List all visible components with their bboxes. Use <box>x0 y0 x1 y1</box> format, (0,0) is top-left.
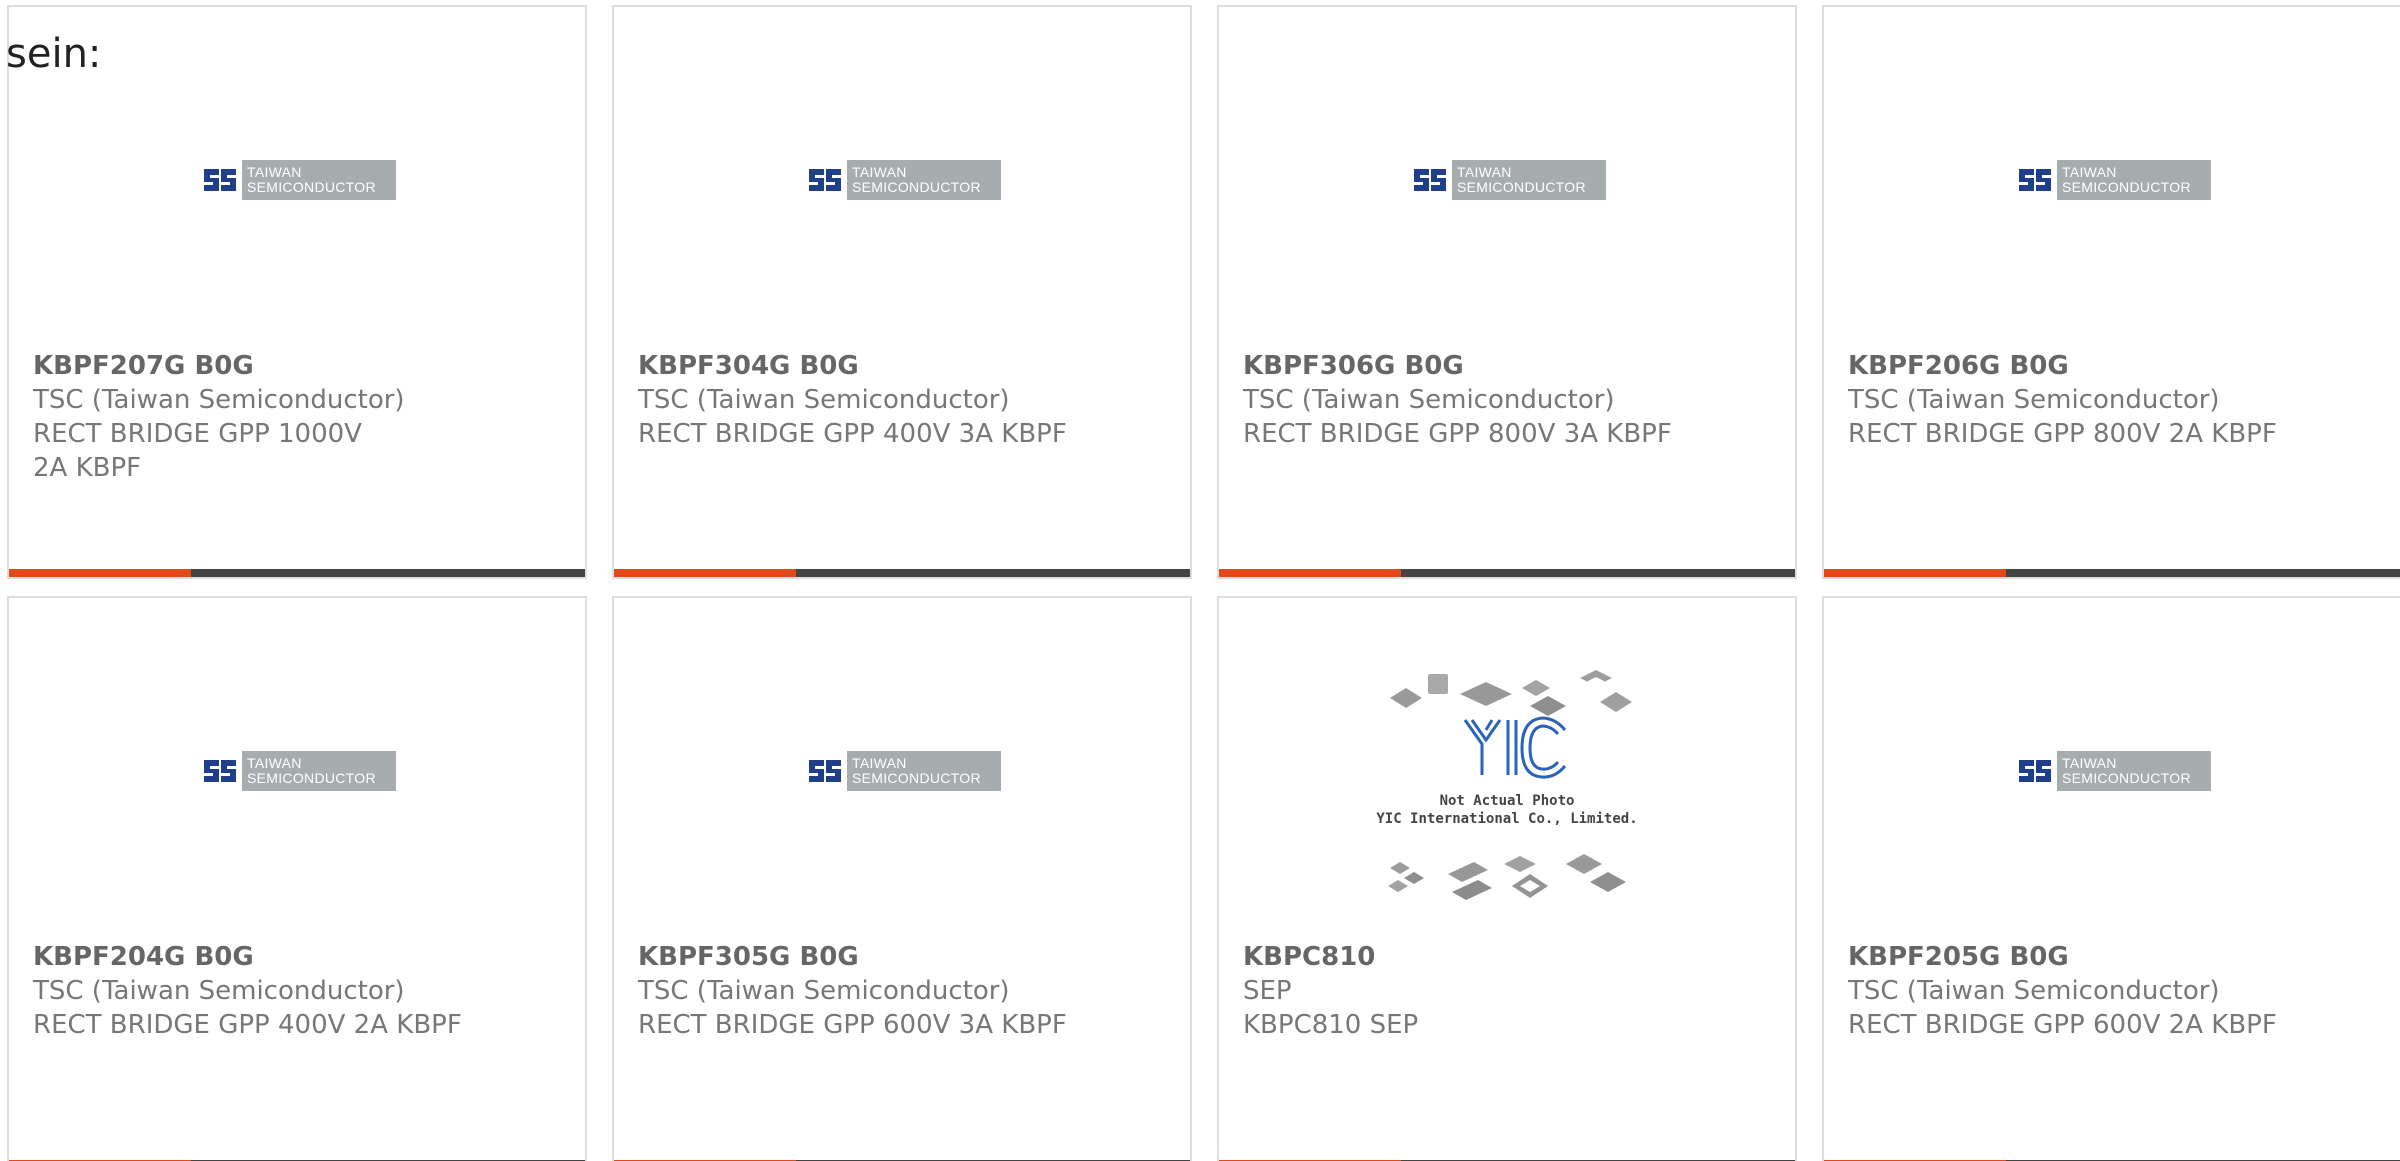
product-card[interactable]: TAIWAN SEMICONDUCTOR KBPF306G B0G TSC (T… <box>1217 5 1797 579</box>
product-image[interactable]: TAIWAN SEMICONDUCTOR <box>9 658 585 943</box>
logo-line-2: SEMICONDUCTOR <box>247 179 376 195</box>
tsc-mark-icon <box>803 160 847 200</box>
product-grid: TAIWAN SEMICONDUCTOR KBPF207G B0G TSC (T… <box>7 5 2400 1161</box>
product-info: KBPC810 SEP KBPC810 SEP <box>1243 940 1775 1042</box>
product-card[interactable]: TAIWAN SEMICONDUCTOR KBPF206G B0G TSC (T… <box>1822 5 2400 579</box>
yic-caption-line-1: Not Actual Photo <box>1439 793 1575 809</box>
logo-line-2: SEMICONDUCTOR <box>852 179 981 195</box>
product-card[interactable]: TAIWAN SEMICONDUCTOR KBPF304G B0G TSC (T… <box>612 5 1192 579</box>
manufacturer: TSC (Taiwan Semiconductor) <box>638 385 1010 415</box>
manufacturer: TSC (Taiwan Semiconductor) <box>638 976 1010 1006</box>
tsc-mark-icon <box>2013 751 2057 791</box>
tsc-mark-icon <box>198 160 242 200</box>
page: sein: TAIWAN SEMICONDUCTOR KBPF207G B0G … <box>0 0 2400 1161</box>
logo-line-1: TAIWAN <box>247 755 302 771</box>
tsc-mark-icon <box>803 751 847 791</box>
yic-caption-line-2: YIC International Co., Limited. <box>1376 811 1638 827</box>
part-number[interactable]: KBPF304G B0G <box>638 349 1170 383</box>
product-image[interactable]: TAIWAN SEMICONDUCTOR <box>614 67 1190 352</box>
part-number[interactable]: KBPF205G B0G <box>1848 940 2380 974</box>
product-image[interactable]: TAIWAN SEMICONDUCTOR <box>9 67 585 352</box>
lead-text: sein: <box>6 31 102 77</box>
product-image[interactable]: TAIWAN SEMICONDUCTOR <box>1824 67 2400 352</box>
product-info: KBPF206G B0G TSC (Taiwan Semiconductor) … <box>1848 349 2380 451</box>
description: RECT BRIDGE GPP 600V 2A KBPF <box>1848 1010 2277 1040</box>
card-bar-accent <box>9 569 191 577</box>
logo-line-1: TAIWAN <box>852 755 907 771</box>
product-image[interactable]: TAIWAN SEMICONDUCTOR <box>1824 658 2400 943</box>
card-bar-accent <box>1824 569 2006 577</box>
product-card[interactable]: TAIWAN SEMICONDUCTOR KBPF207G B0G TSC (T… <box>7 5 587 579</box>
logo-line-1: TAIWAN <box>1457 164 1512 180</box>
description: RECT BRIDGE GPP 400V 2A KBPF <box>33 1010 462 1040</box>
product-info: KBPF306G B0G TSC (Taiwan Semiconductor) … <box>1243 349 1775 451</box>
card-bar-accent <box>614 569 796 577</box>
product-image[interactable]: TAIWAN SEMICONDUCTOR <box>614 658 1190 943</box>
tsc-mark-icon <box>198 751 242 791</box>
product-info: KBPF204G B0G TSC (Taiwan Semiconductor) … <box>33 940 565 1042</box>
part-number[interactable]: KBPF207G B0G <box>33 349 565 383</box>
logo-line-1: TAIWAN <box>2062 164 2117 180</box>
description: RECT BRIDGE GPP 600V 3A KBPF <box>638 1010 1067 1040</box>
product-info: KBPF207G B0G TSC (Taiwan Semiconductor) … <box>33 349 565 485</box>
tsc-logo-icon: TAIWAN SEMICONDUCTOR <box>2013 751 2211 791</box>
card-bar <box>614 569 1190 577</box>
product-image[interactable]: TAIWAN SEMICONDUCTOR <box>1219 67 1795 352</box>
card-bar <box>1824 569 2400 577</box>
logo-line-1: TAIWAN <box>852 164 907 180</box>
logo-line-2: SEMICONDUCTOR <box>1457 179 1586 195</box>
product-info: KBPF305G B0G TSC (Taiwan Semiconductor) … <box>638 940 1170 1042</box>
tsc-logo-icon: TAIWAN SEMICONDUCTOR <box>803 751 1001 791</box>
logo-line-2: SEMICONDUCTOR <box>2062 179 2191 195</box>
tsc-logo-icon: TAIWAN SEMICONDUCTOR <box>198 751 396 791</box>
part-number[interactable]: KBPC810 <box>1243 940 1775 974</box>
not-actual-photo-icon: Not Actual Photo YIC International Co., … <box>1370 660 1645 920</box>
product-card[interactable]: TAIWAN SEMICONDUCTOR KBPF205G B0G TSC (T… <box>1822 596 2400 1161</box>
card-bar <box>9 569 585 577</box>
manufacturer: TSC (Taiwan Semiconductor) <box>33 385 405 415</box>
tsc-mark-icon <box>1408 160 1452 200</box>
product-image[interactable]: Not Actual Photo YIC International Co., … <box>1219 658 1795 943</box>
tsc-logo-icon: TAIWAN SEMICONDUCTOR <box>198 160 396 200</box>
description: RECT BRIDGE GPP 800V 2A KBPF <box>1848 419 2277 449</box>
part-number[interactable]: KBPF305G B0G <box>638 940 1170 974</box>
product-card[interactable]: TAIWAN SEMICONDUCTOR KBPF204G B0G TSC (T… <box>7 596 587 1161</box>
description: RECT BRIDGE GPP 400V 3A KBPF <box>638 419 1067 449</box>
tsc-logo-icon: TAIWAN SEMICONDUCTOR <box>803 160 1001 200</box>
product-info: KBPF304G B0G TSC (Taiwan Semiconductor) … <box>638 349 1170 451</box>
manufacturer: TSC (Taiwan Semiconductor) <box>1848 385 2220 415</box>
description: RECT BRIDGE GPP 1000V 2A KBPF <box>33 419 362 483</box>
tsc-mark-icon <box>2013 160 2057 200</box>
part-number[interactable]: KBPF306G B0G <box>1243 349 1775 383</box>
product-card[interactable]: Not Actual Photo YIC International Co., … <box>1217 596 1797 1161</box>
description: RECT BRIDGE GPP 800V 3A KBPF <box>1243 419 1672 449</box>
card-bar-accent <box>1219 569 1401 577</box>
part-number[interactable]: KBPF204G B0G <box>33 940 565 974</box>
product-info: KBPF205G B0G TSC (Taiwan Semiconductor) … <box>1848 940 2380 1042</box>
product-card[interactable]: TAIWAN SEMICONDUCTOR KBPF305G B0G TSC (T… <box>612 596 1192 1161</box>
description: KBPC810 SEP <box>1243 1010 1419 1040</box>
tsc-logo-icon: TAIWAN SEMICONDUCTOR <box>1408 160 1606 200</box>
logo-line-2: SEMICONDUCTOR <box>2062 770 2191 786</box>
card-bar <box>1219 569 1795 577</box>
manufacturer: SEP <box>1243 976 1292 1006</box>
manufacturer: TSC (Taiwan Semiconductor) <box>33 976 405 1006</box>
logo-line-1: TAIWAN <box>2062 755 2117 771</box>
logo-line-2: SEMICONDUCTOR <box>247 770 376 786</box>
logo-line-2: SEMICONDUCTOR <box>852 770 981 786</box>
tsc-logo-icon: TAIWAN SEMICONDUCTOR <box>2013 160 2211 200</box>
manufacturer: TSC (Taiwan Semiconductor) <box>1848 976 2220 1006</box>
manufacturer: TSC (Taiwan Semiconductor) <box>1243 385 1615 415</box>
part-number[interactable]: KBPF206G B0G <box>1848 349 2380 383</box>
logo-line-1: TAIWAN <box>247 164 302 180</box>
